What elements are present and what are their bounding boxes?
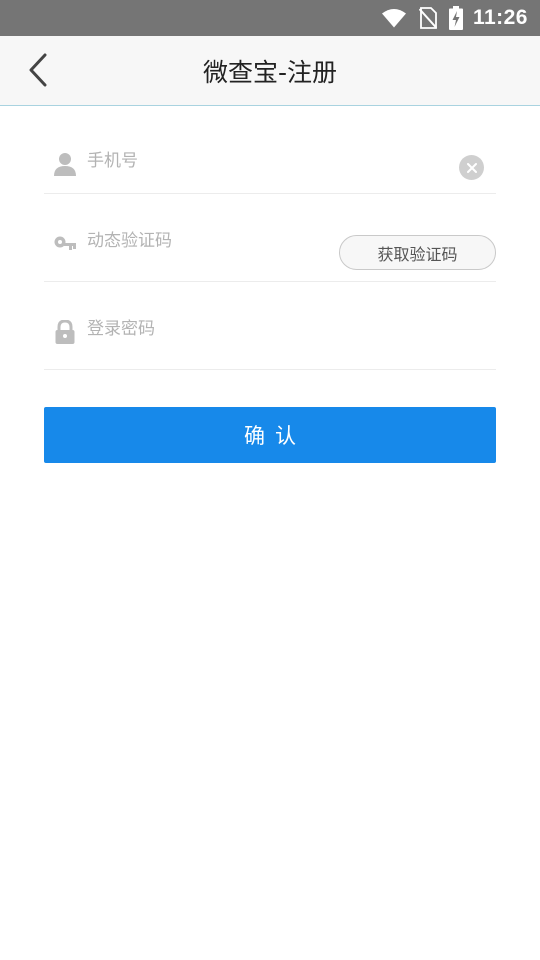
- password-field-row: [44, 282, 496, 370]
- code-field-row: 获取验证码: [44, 194, 496, 282]
- phone-field-row: [44, 106, 496, 194]
- clear-phone-button[interactable]: [459, 155, 484, 180]
- password-input[interactable]: [87, 314, 367, 344]
- verification-code-input[interactable]: [87, 226, 327, 256]
- lock-icon: [53, 320, 77, 344]
- key-icon: [53, 232, 77, 256]
- phone-input[interactable]: [87, 146, 367, 176]
- battery-charging-icon: [448, 6, 463, 30]
- wifi-icon: [381, 8, 407, 28]
- page-title: 微查宝-注册: [202, 58, 338, 87]
- status-time: 11:26: [472, 6, 528, 29]
- get-code-button[interactable]: 获取验证码: [339, 235, 496, 270]
- close-icon: [466, 158, 477, 177]
- confirm-button[interactable]: 确认: [44, 407, 496, 463]
- status-bar: 11:26: [0, 0, 540, 36]
- user-icon: [53, 152, 77, 176]
- no-sim-icon: [418, 7, 437, 29]
- register-form: 获取验证码: [44, 106, 496, 370]
- app-bar: 微查宝-注册: [0, 36, 540, 106]
